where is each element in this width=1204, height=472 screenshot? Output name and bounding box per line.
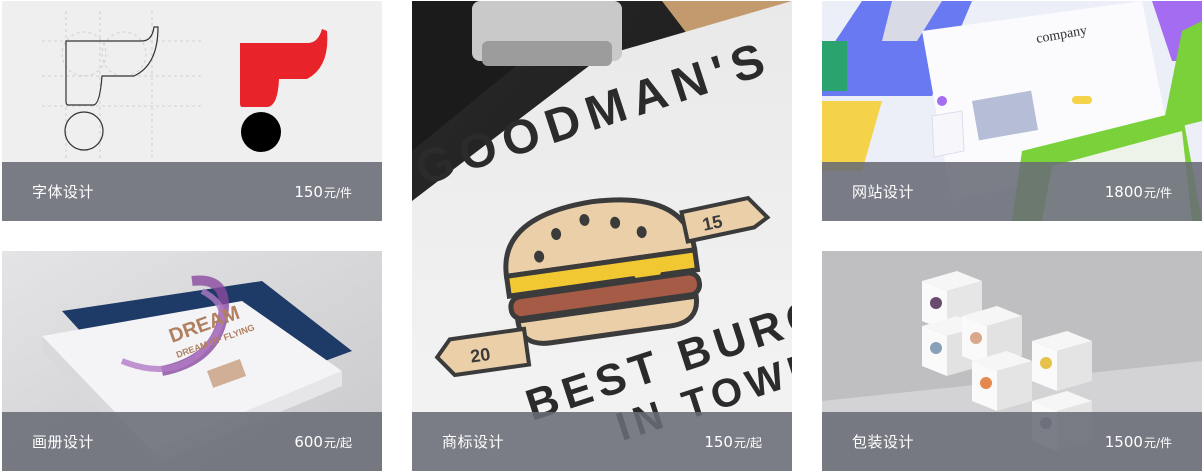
card-price: 1800元/件	[1104, 182, 1172, 201]
card-price: 1500元/件	[1104, 432, 1172, 451]
card-price: 150元/起	[704, 432, 762, 451]
card-title: 商标设计	[442, 433, 505, 451]
card-price: 600元/起	[294, 432, 352, 451]
logo-flag-right: 15	[701, 211, 725, 235]
service-card-packaging-design[interactable]: 包装设计 1500元/件	[822, 251, 1202, 471]
card-title: 网站设计	[852, 183, 915, 201]
card-caption-bar: 商标设计 150元/起	[412, 412, 792, 471]
service-card-logo-design[interactable]: GOODMAN'S BEST BURGER IN TOWN 15 20 商标设计…	[412, 1, 792, 471]
card-caption-bar: 网站设计 1800元/件	[822, 162, 1202, 221]
card-caption-bar: 画册设计 600元/起	[2, 412, 382, 471]
service-grid: 字体设计 150元/件 GOODMAN'S BEST BURGER TOWN 1…	[0, 0, 1204, 472]
card-title: 字体设计	[32, 183, 95, 201]
card-title: 画册设计	[32, 433, 95, 451]
card-caption-bar: 包装设计 1500元/件	[822, 412, 1202, 471]
card-title: 包装设计	[852, 433, 915, 451]
logo-flag-left: 20	[469, 344, 492, 367]
logo-design-image: GOODMAN'S BEST BURGER IN TOWN 15 20	[412, 1, 792, 471]
service-card-website-design[interactable]: company 网站设计 1800元/件	[822, 1, 1202, 221]
card-price: 150元/件	[294, 182, 352, 201]
card-caption-bar: 字体设计 150元/件	[2, 162, 382, 221]
service-card-font-design[interactable]: 字体设计 150元/件	[2, 1, 382, 221]
service-card-brochure-design[interactable]: DREAM DREAM OF FLYING 画册设计 600元/起	[2, 251, 382, 471]
